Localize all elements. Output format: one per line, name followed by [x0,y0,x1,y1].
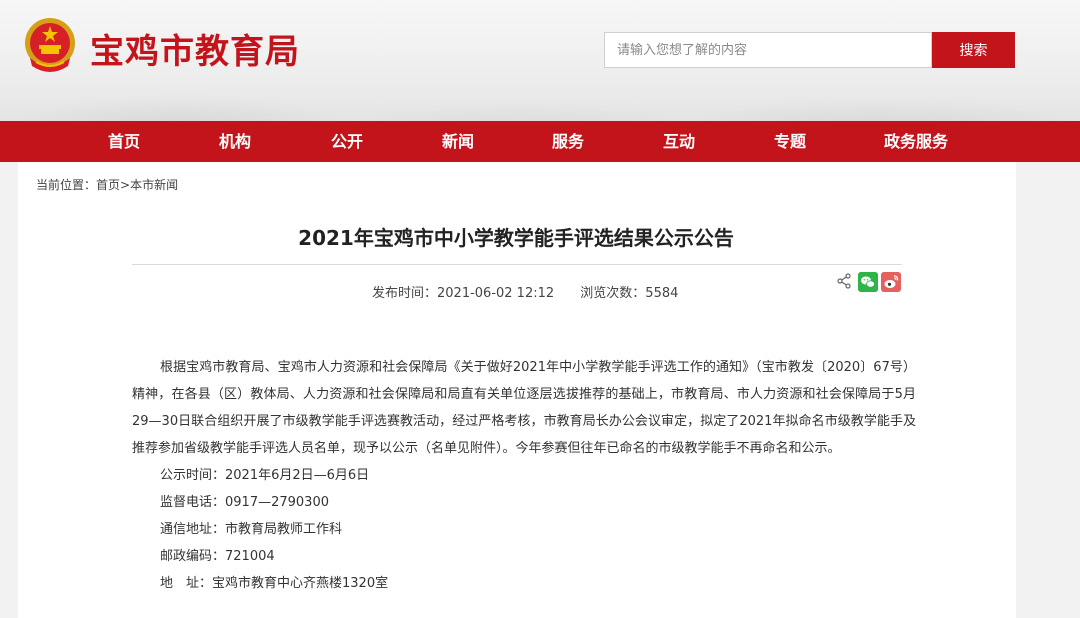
article-body: 根据宝鸡市教育局、宝鸡市人力资源和社会保障局《关于做好2021年中小学教学能手评… [132,354,916,597]
info-supervision-phone: 监督电话：0917—2790300 [160,495,329,510]
breadcrumb-home-link[interactable]: 首页 [96,178,120,192]
nav-item-news[interactable]: 新闻 [408,121,508,162]
info-address: 地 址：宝鸡市教育中心齐燕楼1320室 [160,576,389,591]
breadcrumb: 当前位置：首页>本市新闻 [36,176,178,193]
weibo-icon[interactable] [881,272,901,292]
title-divider [132,264,902,265]
national-emblem-icon [25,18,75,72]
info-postal-code: 邮政编码：721004 [160,549,275,564]
breadcrumb-separator: > [120,178,131,192]
article-paragraph: 根据宝鸡市教育局、宝鸡市人力资源和社会保障局《关于做好2021年中小学教学能手评… [132,360,916,456]
content-area: 当前位置：首页>本市新闻 2021年宝鸡市中小学教学能手评选结果公示公告 发布时… [18,162,1016,618]
info-publicity-period: 公示时间：2021年6月2日—6月6日 [160,468,370,483]
view-count: 浏览次数：5584 [580,286,679,301]
main-nav: 首页 机构 公开 新闻 服务 互动 专题 政务服务 [0,121,1080,162]
nav-item-services[interactable]: 服务 [518,121,618,162]
nav-item-government-services[interactable]: 政务服务 [851,121,981,162]
article-title: 2021年宝鸡市中小学教学能手评选结果公示公告 [298,226,734,250]
page-header: 宝鸡市教育局 搜索 [0,0,1080,121]
info-mailing-address: 通信地址：市教育局教师工作科 [160,522,343,537]
breadcrumb-prefix: 当前位置： [36,178,97,192]
search-input[interactable] [604,32,932,68]
article-meta: 发布时间：2021-06-02 12:12 浏览次数：5584 [372,282,700,301]
nav-item-home[interactable]: 首页 [74,121,174,162]
site-title[interactable]: 宝鸡市教育局 [90,24,300,73]
nav-item-topics[interactable]: 专题 [740,121,840,162]
search-button[interactable]: 搜索 [932,32,1015,68]
share-icon[interactable] [836,273,852,289]
publish-time: 发布时间：2021-06-02 12:12 [372,286,555,301]
nav-item-organization[interactable]: 机构 [185,121,285,162]
wechat-icon[interactable] [858,272,878,292]
breadcrumb-current-link[interactable]: 本市新闻 [130,178,178,192]
nav-item-disclosure[interactable]: 公开 [297,121,397,162]
nav-item-interaction[interactable]: 互动 [629,121,729,162]
